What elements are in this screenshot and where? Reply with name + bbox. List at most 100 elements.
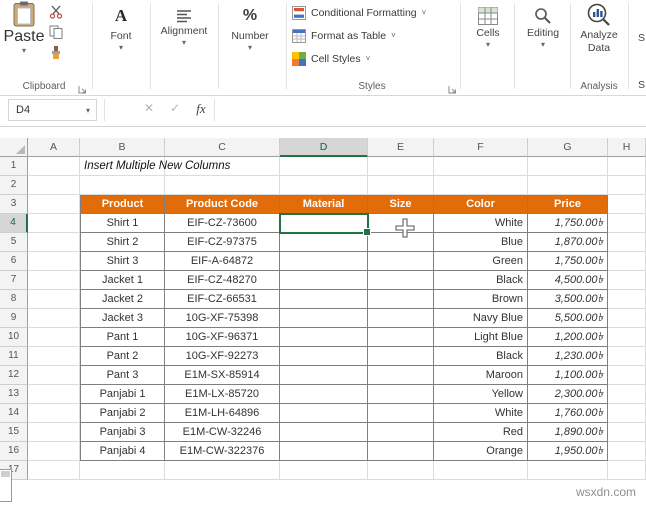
cell-D8[interactable] <box>280 290 368 309</box>
name-box-dropdown-icon[interactable]: ▾ <box>80 106 96 115</box>
col-header-F[interactable]: F <box>434 138 528 157</box>
cell-F2[interactable] <box>434 176 528 195</box>
cell-F1[interactable] <box>434 157 528 176</box>
row-header-10[interactable]: 10 <box>0 328 28 347</box>
col-header-A[interactable]: A <box>28 138 80 157</box>
cell-F16[interactable]: Orange <box>434 442 528 461</box>
cell-A3[interactable] <box>28 195 80 214</box>
cell-E13[interactable] <box>368 385 434 404</box>
cell-B11[interactable]: Pant 2 <box>80 347 165 366</box>
cell-G12[interactable]: 1,100.00৳ <box>528 366 608 385</box>
cell-C6[interactable]: EIF-A-64872 <box>165 252 280 271</box>
cell-B7[interactable]: Jacket 1 <box>80 271 165 290</box>
cell-D17[interactable] <box>280 461 368 480</box>
row-header-3[interactable]: 3 <box>0 195 28 214</box>
cell-C13[interactable]: E1M-LX-85720 <box>165 385 280 404</box>
cell-F5[interactable]: Blue <box>434 233 528 252</box>
cell-F17[interactable] <box>434 461 528 480</box>
cell-C2[interactable] <box>165 176 280 195</box>
cell-G16[interactable]: 1,950.00৳ <box>528 442 608 461</box>
cell-G13[interactable]: 2,300.00৳ <box>528 385 608 404</box>
row-header-7[interactable]: 7 <box>0 271 28 290</box>
cell-C12[interactable]: E1M-SX-85914 <box>165 366 280 385</box>
row-header-9[interactable]: 9 <box>0 309 28 328</box>
cell-D7[interactable] <box>280 271 368 290</box>
cell-F12[interactable]: Maroon <box>434 366 528 385</box>
cell-F7[interactable]: Black <box>434 271 528 290</box>
cell-B16[interactable]: Panjabi 4 <box>80 442 165 461</box>
cell-B3[interactable]: Product <box>80 195 165 214</box>
cell-H17[interactable] <box>608 461 646 480</box>
cell-F14[interactable]: White <box>434 404 528 423</box>
cancel-button[interactable]: ✕ <box>140 101 158 115</box>
cell-E10[interactable] <box>368 328 434 347</box>
cell-C11[interactable]: 10G-XF-92273 <box>165 347 280 366</box>
cell-H1[interactable] <box>608 157 646 176</box>
cell-G17[interactable] <box>528 461 608 480</box>
name-box[interactable]: D4 ▾ <box>8 99 97 121</box>
cell-A17[interactable] <box>28 461 80 480</box>
cell-F4[interactable]: White <box>434 214 528 233</box>
format-as-table-button[interactable]: Format as Table ˅ <box>292 26 396 45</box>
cell-H5[interactable] <box>608 233 646 252</box>
cell-A2[interactable] <box>28 176 80 195</box>
cell-H2[interactable] <box>608 176 646 195</box>
cell-G2[interactable] <box>528 176 608 195</box>
cell-D5[interactable] <box>280 233 368 252</box>
cell-A5[interactable] <box>28 233 80 252</box>
cell-A16[interactable] <box>28 442 80 461</box>
row-header-13[interactable]: 13 <box>0 385 28 404</box>
cell-G11[interactable]: 1,230.00৳ <box>528 347 608 366</box>
row-header-15[interactable]: 15 <box>0 423 28 442</box>
cell-E14[interactable] <box>368 404 434 423</box>
cell-G4[interactable]: 1,750.00৳ <box>528 214 608 233</box>
cell-C7[interactable]: EIF-CZ-48270 <box>165 271 280 290</box>
editing-group-button[interactable]: Editing ▾ <box>518 4 568 49</box>
cell-H4[interactable] <box>608 214 646 233</box>
cell-C4[interactable]: EIF-CZ-73600 <box>165 214 280 233</box>
cell-E3[interactable]: Size <box>368 195 434 214</box>
cell-C14[interactable]: E1M-LH-64896 <box>165 404 280 423</box>
cell-A9[interactable] <box>28 309 80 328</box>
cell-E4[interactable] <box>368 214 434 233</box>
col-header-D[interactable]: D <box>280 138 368 157</box>
cell-D2[interactable] <box>280 176 368 195</box>
cell-H7[interactable] <box>608 271 646 290</box>
cell-H16[interactable] <box>608 442 646 461</box>
row-header-1[interactable]: 1 <box>0 157 28 176</box>
cell-H12[interactable] <box>608 366 646 385</box>
cell-F13[interactable]: Yellow <box>434 385 528 404</box>
cell-E15[interactable] <box>368 423 434 442</box>
analyze-data-button[interactable]: Analyze Data <box>574 2 624 54</box>
cell-G5[interactable]: 1,870.00৳ <box>528 233 608 252</box>
cell-E6[interactable] <box>368 252 434 271</box>
cell-B1[interactable]: Insert Multiple New Columns <box>80 157 230 176</box>
cell-C8[interactable]: EIF-CZ-66531 <box>165 290 280 309</box>
cut-button[interactable] <box>47 3 65 21</box>
cell-A10[interactable] <box>28 328 80 347</box>
cell-C9[interactable]: 10G-XF-75398 <box>165 309 280 328</box>
enter-button[interactable]: ✓ <box>166 101 184 115</box>
cell-C15[interactable]: E1M-CW-32246 <box>165 423 280 442</box>
cell-E12[interactable] <box>368 366 434 385</box>
alignment-group-button[interactable]: Alignment ▾ <box>152 4 216 47</box>
row-header-5[interactable]: 5 <box>0 233 28 252</box>
cell-H9[interactable] <box>608 309 646 328</box>
cell-A11[interactable] <box>28 347 80 366</box>
cell-D3[interactable]: Material <box>280 195 368 214</box>
cell-F6[interactable]: Green <box>434 252 528 271</box>
cell-G15[interactable]: 1,890.00৳ <box>528 423 608 442</box>
cell-G3[interactable]: Price <box>528 195 608 214</box>
cell-A15[interactable] <box>28 423 80 442</box>
cell-D16[interactable] <box>280 442 368 461</box>
cell-A7[interactable] <box>28 271 80 290</box>
cell-H8[interactable] <box>608 290 646 309</box>
clipboard-dialog-launcher[interactable] <box>78 81 87 94</box>
cell-B15[interactable]: Panjabi 3 <box>80 423 165 442</box>
cell-C3[interactable]: Product Code <box>165 195 280 214</box>
col-header-B[interactable]: B <box>80 138 165 157</box>
cell-D14[interactable] <box>280 404 368 423</box>
cell-H11[interactable] <box>608 347 646 366</box>
cell-C10[interactable]: 10G-XF-96371 <box>165 328 280 347</box>
insert-function-button[interactable]: fx <box>192 101 210 117</box>
